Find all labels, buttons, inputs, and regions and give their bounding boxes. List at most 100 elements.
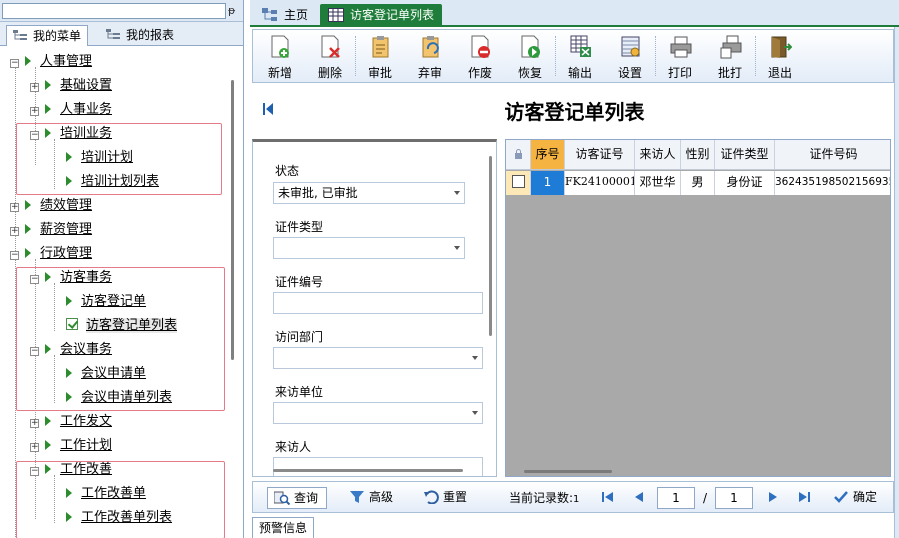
unapprove-button[interactable]: 弃审 xyxy=(407,30,453,82)
tree-node-training-business[interactable]: − 培训业务 xyxy=(30,123,112,145)
search-filter-pane: 状态 未审批, 已审批 证件类型 证件编号 访问部门 来访单位 来访人 xyxy=(252,139,497,477)
tree-node-meeting-affairs[interactable]: − 会议事务 xyxy=(30,339,112,361)
tree-node-training-plan[interactable]: 培训计划 xyxy=(66,147,133,169)
tree-node-meeting-request-list[interactable]: 会议申请单列表 xyxy=(66,387,172,409)
tree-guide-line xyxy=(15,67,16,537)
left-pane-search-bar[interactable] xyxy=(2,3,226,19)
grid-hscrollbar[interactable] xyxy=(524,470,612,473)
table-row[interactable]: 1 FK24100001 邓世华 男 身份证 36243519850215693… xyxy=(506,171,890,195)
first-page-icon[interactable] xyxy=(605,492,613,502)
tree-node-performance[interactable]: + 绩效管理 xyxy=(10,195,92,217)
tree-menu-icon xyxy=(13,30,27,40)
pin-icon[interactable]: ᵽ xyxy=(228,4,235,17)
settings-button[interactable]: 设置 xyxy=(607,30,653,82)
tree-node-visitor-registration[interactable]: 访客登记单 xyxy=(66,291,146,313)
tree-node-label: 会议申请单 xyxy=(81,366,147,381)
tree-arrow-icon xyxy=(45,128,51,138)
column-header-seq[interactable]: 序号 xyxy=(531,140,565,169)
status-dropdown[interactable]: 未审批, 已审批 xyxy=(273,182,465,204)
visitor-input[interactable] xyxy=(273,457,483,476)
warning-info-tab[interactable]: 预警信息 xyxy=(252,517,315,538)
tree-node-label: 会议申请单列表 xyxy=(81,390,173,405)
tab-home[interactable]: 主页 xyxy=(254,4,316,26)
column-header-visitor[interactable]: 来访人 xyxy=(635,140,681,169)
export-button[interactable]: 输出 xyxy=(557,30,603,82)
tree-node-work-improvement-list[interactable]: 工作改善单列表 xyxy=(66,507,172,529)
approve-button[interactable]: 审批 xyxy=(357,30,403,82)
tab-my-menu[interactable]: 我的菜单 xyxy=(6,25,89,46)
confirm-button[interactable]: 确定 xyxy=(827,487,877,509)
tree-node-hr-management[interactable]: − 人事管理 xyxy=(10,51,92,73)
toolbar-separator xyxy=(355,36,356,76)
tree-arrow-icon xyxy=(45,104,51,114)
delete-button-label: 删除 xyxy=(317,66,342,80)
tree-node-hr-business[interactable]: + 人事业务 xyxy=(30,99,112,121)
add-button[interactable]: 新增 xyxy=(257,30,303,82)
tree-node-work-dispatch[interactable]: + 工作发文 xyxy=(30,411,112,433)
void-icon xyxy=(471,35,490,58)
tab-visitor-registration-list[interactable]: 访客登记单列表 xyxy=(320,4,443,26)
column-header-gender[interactable]: 性别 xyxy=(681,140,715,169)
column-header-id-no[interactable]: 证件号码 xyxy=(775,140,890,169)
batch-print-icon xyxy=(720,35,742,59)
tree-node-salary[interactable]: + 薪资管理 xyxy=(10,219,92,241)
chevron-down-icon xyxy=(472,356,478,360)
column-header-id-type[interactable]: 证件类型 xyxy=(715,140,775,169)
lock-column-header[interactable] xyxy=(506,140,531,169)
tree-node-visitor-affairs[interactable]: − 访客事务 xyxy=(30,267,112,289)
left-pane-scrollbar[interactable] xyxy=(231,80,234,360)
id-number-input[interactable] xyxy=(273,292,483,314)
tree-arrow-icon xyxy=(45,80,51,90)
reset-button-label: 重置 xyxy=(443,490,468,504)
tree-node-work-plan[interactable]: + 工作计划 xyxy=(30,435,112,457)
tree-arrow-icon xyxy=(45,416,51,426)
restore-button[interactable]: 恢复 xyxy=(507,30,553,82)
last-page-icon[interactable] xyxy=(799,492,807,502)
void-button[interactable]: 作废 xyxy=(457,30,503,82)
approve-button-label: 审批 xyxy=(367,66,392,80)
status-dropdown-value: 未审批, 已审批 xyxy=(278,186,358,200)
department-dropdown[interactable] xyxy=(273,347,483,369)
current-page-input[interactable]: 1 xyxy=(657,487,695,509)
tree-node-basic-settings[interactable]: + 基础设置 xyxy=(30,75,112,97)
visitor-company-dropdown[interactable] xyxy=(273,402,483,424)
print-button[interactable]: 打印 xyxy=(657,30,703,82)
tree-node-training-plan-list[interactable]: 培训计划列表 xyxy=(66,171,159,193)
tree-node-meeting-request[interactable]: 会议申请单 xyxy=(66,363,146,385)
left-pane-tabs: 我的菜单 我的报表 xyxy=(0,22,243,46)
next-page-icon[interactable] xyxy=(769,492,777,502)
tree-node-visitor-registration-list[interactable]: 访客登记单列表 xyxy=(66,315,178,337)
tree-arrow-icon xyxy=(66,368,72,378)
tree-arrow-icon xyxy=(25,248,31,258)
void-button-label: 作废 xyxy=(467,66,492,80)
column-header-visitor-no[interactable]: 访客证号 xyxy=(565,140,635,169)
exit-button[interactable]: 退出 xyxy=(757,30,803,82)
reset-button[interactable]: 重置 xyxy=(417,487,467,509)
filter-pane-hscrollbar[interactable] xyxy=(273,469,463,472)
tree-arrow-icon xyxy=(25,56,31,66)
delete-button[interactable]: 删除 xyxy=(307,30,353,82)
id-type-dropdown[interactable] xyxy=(273,237,465,259)
tree-node-label: 绩效管理 xyxy=(40,198,93,213)
tree-arrow-icon xyxy=(66,488,72,498)
batch-print-button[interactable]: 批打 xyxy=(707,30,753,82)
filter-pane-scrollbar[interactable] xyxy=(489,156,492,336)
prev-page-icon[interactable] xyxy=(635,492,643,502)
menu-tree: − 人事管理 + 基础设置 + 人事业务 − 培训业务 培训计划 培训计划列表 + 绩效管… xyxy=(0,47,230,538)
query-icon xyxy=(274,491,290,505)
tree-guide-line xyxy=(54,283,55,331)
total-pages-input: 1 xyxy=(715,487,753,509)
tree-node-work-improvement-form[interactable]: 工作改善单 xyxy=(66,483,146,505)
print-button-label: 打印 xyxy=(667,66,692,80)
advanced-button[interactable]: 高级 xyxy=(343,487,393,509)
row-checkbox[interactable] xyxy=(511,175,525,188)
tree-node-admin[interactable]: − 行政管理 xyxy=(10,243,92,265)
tree-node-work-improvement[interactable]: − 工作改善 xyxy=(30,459,112,481)
row-checkbox-cell[interactable] xyxy=(506,171,531,195)
tree-node-label: 薪资管理 xyxy=(40,222,93,237)
cell-id-no: 362435198502156935 xyxy=(775,176,891,188)
query-button[interactable]: 查询 xyxy=(267,487,328,509)
record-count: 当前记录数:1 xyxy=(509,488,579,510)
tab-my-reports[interactable]: 我的报表 xyxy=(100,25,180,46)
checkmark-icon xyxy=(66,318,78,330)
